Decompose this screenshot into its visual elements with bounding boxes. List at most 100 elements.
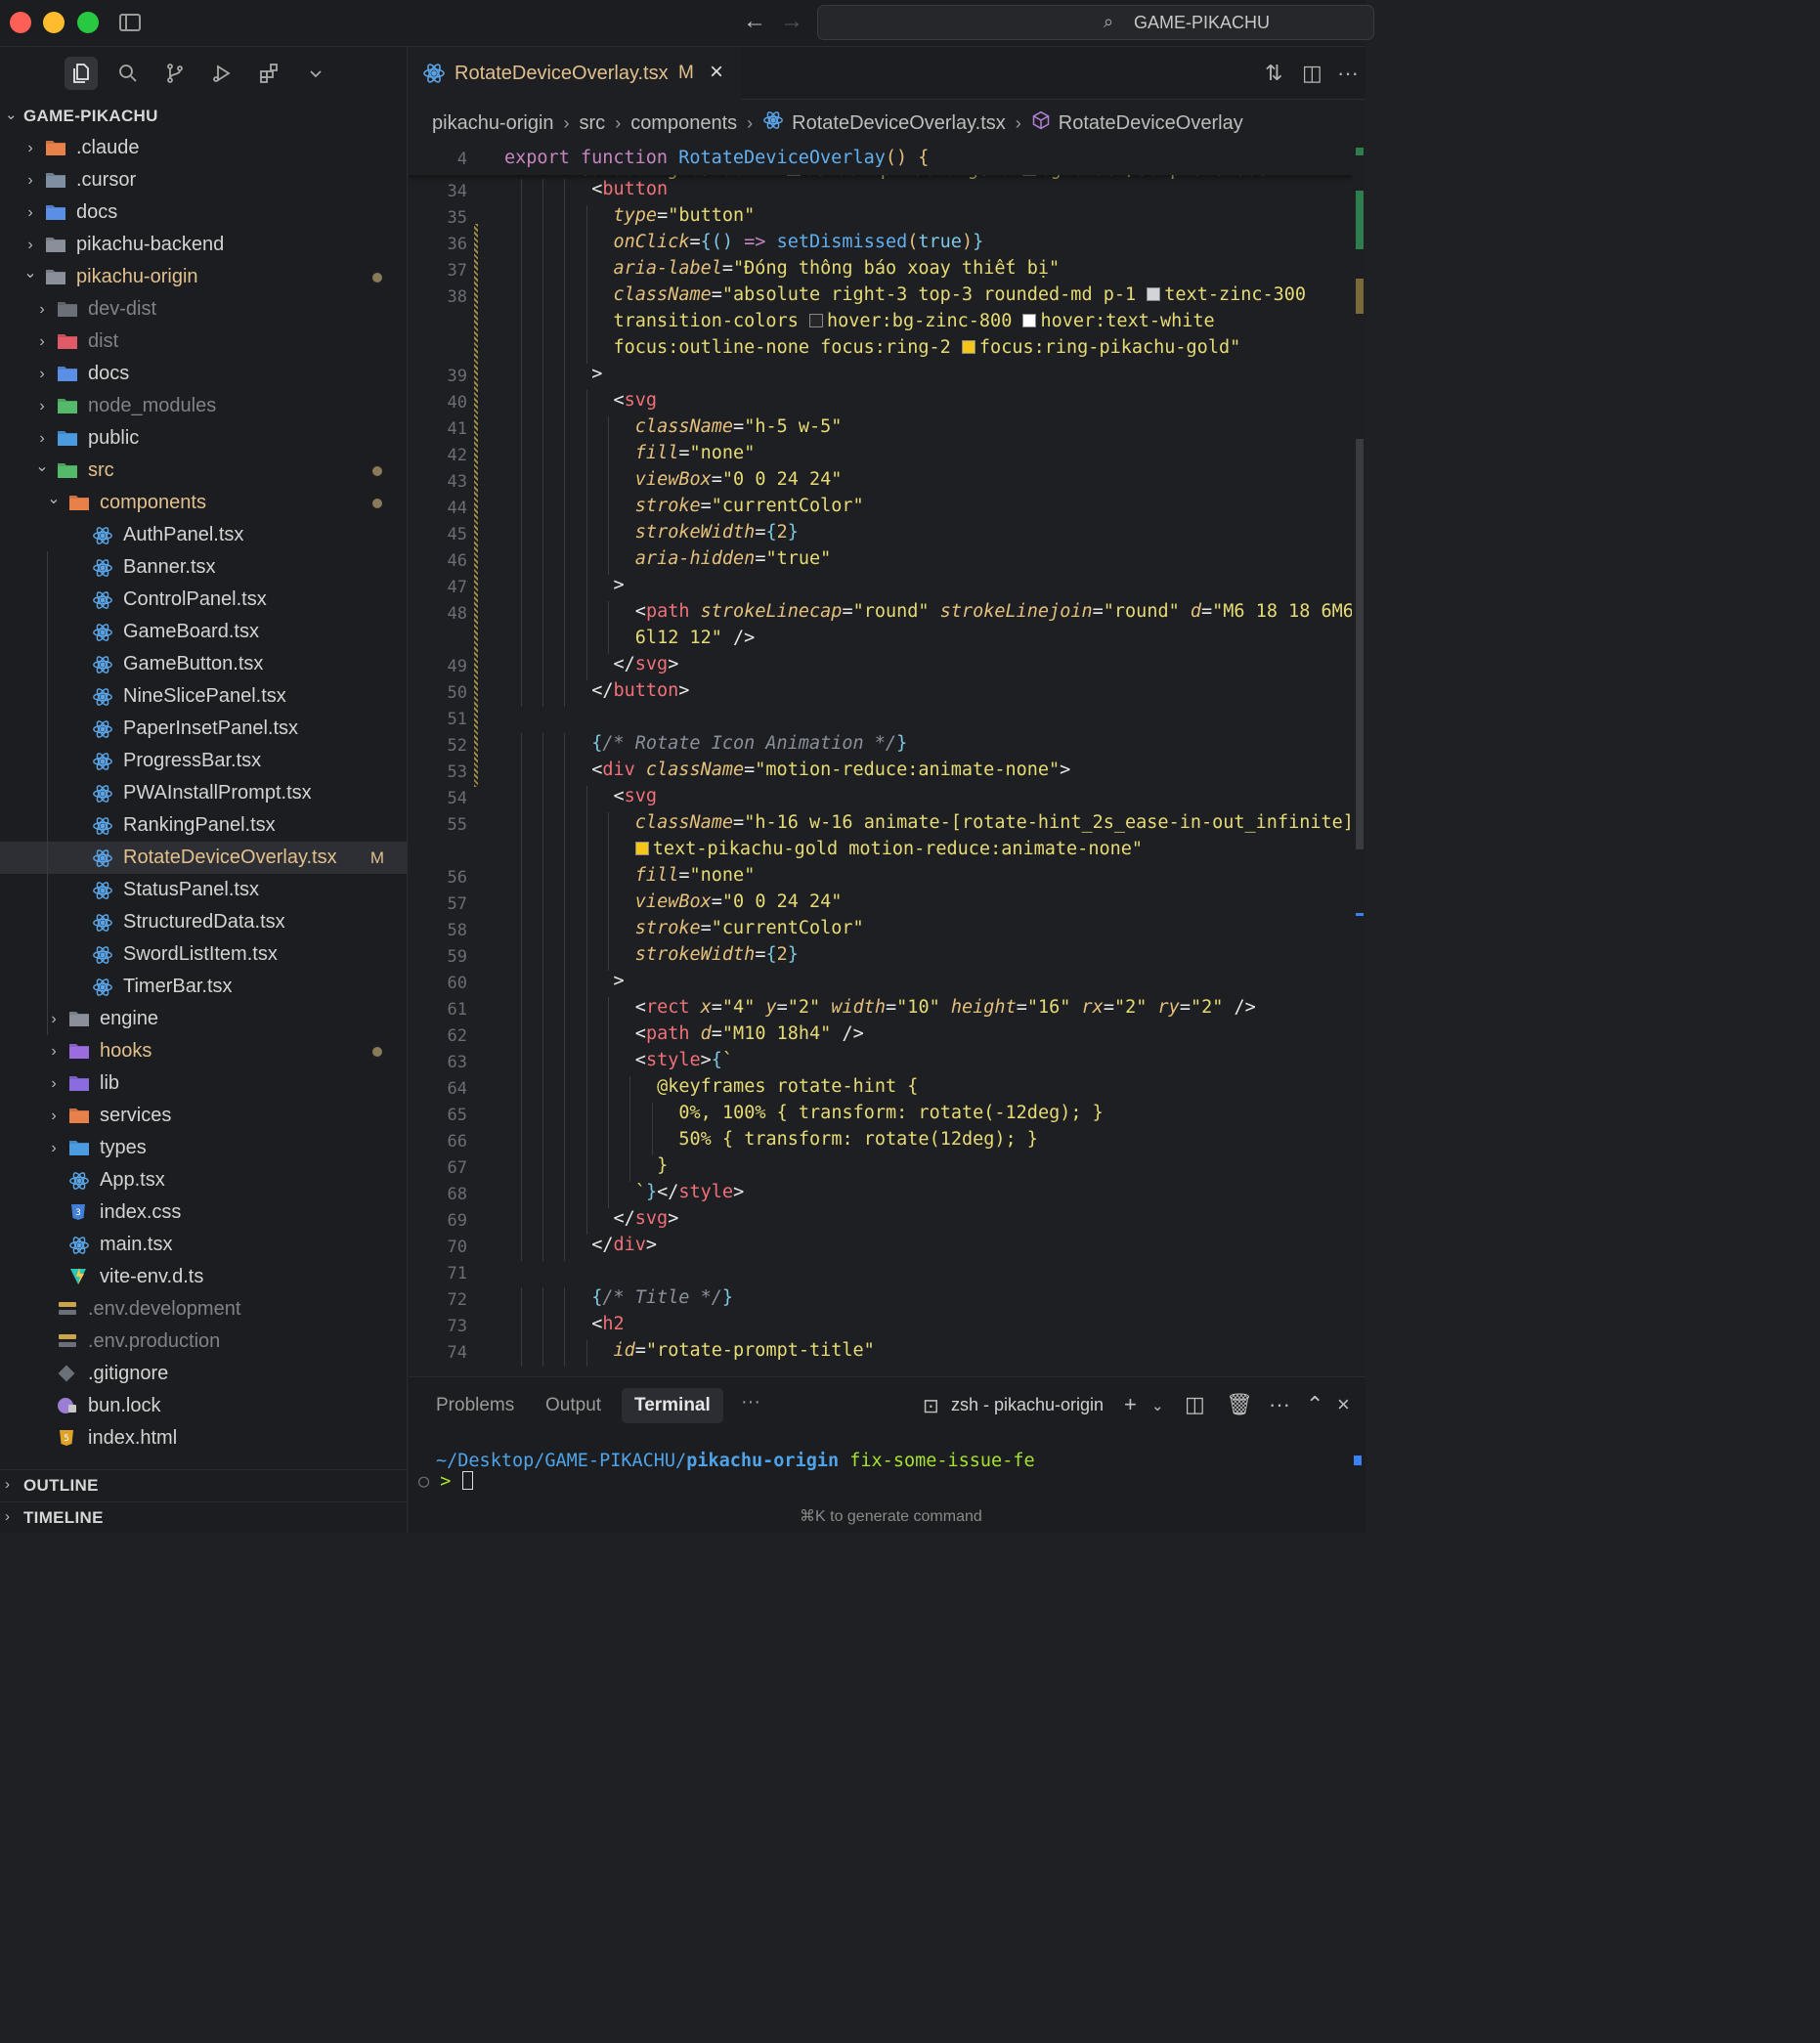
more-tabs-icon[interactable]: ··· bbox=[741, 1391, 760, 1413]
folder-item[interactable]: › dev-dist bbox=[0, 293, 408, 326]
indent-guide bbox=[520, 997, 522, 1023]
folder-item[interactable]: › engine bbox=[0, 1003, 408, 1035]
close-window-button[interactable] bbox=[10, 12, 31, 33]
folder-item[interactable]: › services bbox=[0, 1100, 408, 1132]
file-item[interactable]: ProgressBar.tsx bbox=[0, 745, 408, 777]
folder-item[interactable]: › lib bbox=[0, 1067, 408, 1100]
sticky-scroll-header[interactable]: 4 export function RotateDeviceOverlay() { bbox=[409, 146, 1352, 175]
code-token: = bbox=[678, 865, 690, 886]
run-debug-icon[interactable] bbox=[205, 57, 238, 90]
forward-arrow-icon[interactable]: → bbox=[780, 8, 803, 35]
file-item[interactable]: bun.lock bbox=[0, 1390, 408, 1422]
code-line: fill="none" bbox=[635, 865, 756, 886]
file-item[interactable]: GameBoard.tsx bbox=[0, 616, 408, 648]
command-center-search[interactable]: ⌕ GAME-PIKACHU bbox=[817, 5, 1374, 40]
explorer-header[interactable]: ⌄ GAME-PIKACHU bbox=[0, 102, 408, 129]
file-item[interactable]: AuthPanel.tsx bbox=[0, 519, 408, 551]
file-item[interactable]: PWAInstallPrompt.tsx bbox=[0, 777, 408, 809]
folder-item[interactable]: ⌄ pikachu-origin bbox=[0, 261, 408, 293]
file-item[interactable]: ControlPanel.tsx bbox=[0, 584, 408, 616]
breadcrumb-item[interactable]: pikachu-origin bbox=[432, 112, 554, 135]
more-actions-icon[interactable]: ··· bbox=[1337, 61, 1359, 86]
tab-rotate-device-overlay[interactable]: RotateDeviceOverlay.tsx M × bbox=[409, 47, 741, 100]
folder-item[interactable]: ⌄ components bbox=[0, 487, 408, 519]
file-item[interactable]: 3 index.css bbox=[0, 1196, 408, 1229]
terminal-input-line[interactable]: ○ > bbox=[418, 1471, 473, 1492]
file-item[interactable]: vite-env.d.ts bbox=[0, 1261, 408, 1293]
file-item[interactable]: 5 index.html bbox=[0, 1422, 408, 1455]
file-item[interactable]: PaperInsetPanel.tsx bbox=[0, 713, 408, 745]
timeline-section[interactable]: › TIMELINE bbox=[0, 1501, 408, 1533]
minimize-window-button[interactable] bbox=[43, 12, 65, 33]
chevron-down-icon[interactable]: ⌄ bbox=[1151, 1397, 1164, 1414]
code-token: = bbox=[755, 944, 766, 965]
folder-item[interactable]: › public bbox=[0, 422, 408, 455]
maximize-window-button[interactable] bbox=[77, 12, 99, 33]
file-item[interactable]: SwordListItem.tsx bbox=[0, 938, 408, 971]
file-item[interactable]: App.tsx bbox=[0, 1164, 408, 1196]
file-item[interactable]: TimerBar.tsx bbox=[0, 971, 408, 1003]
indent-guide bbox=[585, 258, 587, 284]
code-token: </ bbox=[591, 1235, 614, 1255]
split-terminal-icon[interactable]: ◫ bbox=[1185, 1392, 1205, 1417]
folder-item[interactable]: ⌄ src bbox=[0, 455, 408, 487]
editor-scrollbar[interactable] bbox=[1354, 146, 1365, 1376]
folder-item[interactable]: › types bbox=[0, 1132, 408, 1164]
file-item[interactable]: GameButton.tsx bbox=[0, 648, 408, 680]
code-area[interactable]: rounded-lg border-2 border-pikachu-gold … bbox=[409, 146, 1352, 1376]
split-editor-icon[interactable]: ◫ bbox=[1302, 61, 1322, 86]
breadcrumb-item[interactable]: RotateDeviceOverlay bbox=[1059, 112, 1243, 135]
folder-item[interactable]: › hooks bbox=[0, 1035, 408, 1067]
file-item[interactable]: NineSlicePanel.tsx bbox=[0, 680, 408, 713]
source-control-icon[interactable] bbox=[158, 57, 192, 90]
terminal-scrollbar[interactable] bbox=[1354, 1436, 1364, 1495]
toggle-sidebar-icon[interactable] bbox=[119, 14, 141, 31]
more-actions-icon[interactable]: ··· bbox=[1269, 1392, 1290, 1417]
tab-problems[interactable]: Problems bbox=[436, 1395, 514, 1416]
folder-item[interactable]: › .cursor bbox=[0, 164, 408, 196]
file-item[interactable]: .env.production bbox=[0, 1326, 408, 1358]
indent-guide bbox=[520, 232, 522, 258]
indent-guide bbox=[542, 812, 544, 839]
search-icon[interactable] bbox=[111, 57, 145, 90]
chevron-down-icon[interactable] bbox=[299, 57, 332, 90]
breadcrumb-item[interactable]: components bbox=[630, 112, 737, 135]
close-panel-icon[interactable]: × bbox=[1337, 1392, 1350, 1417]
maximize-panel-icon[interactable]: ⌃ bbox=[1306, 1392, 1323, 1417]
extensions-icon[interactable] bbox=[252, 57, 285, 90]
folder-item[interactable]: › dist bbox=[0, 326, 408, 358]
indent-guide bbox=[542, 1129, 544, 1155]
compare-changes-icon[interactable]: ⇅ bbox=[1265, 61, 1282, 86]
file-label: ProgressBar.tsx bbox=[123, 750, 262, 771]
terminal-name[interactable]: zsh - pikachu-origin bbox=[951, 1395, 1104, 1415]
indent-guide bbox=[520, 337, 522, 364]
folder-item[interactable]: › node_modules bbox=[0, 390, 408, 422]
folder-item[interactable]: › docs bbox=[0, 358, 408, 390]
breadcrumb-item[interactable]: src bbox=[580, 112, 606, 135]
file-item[interactable]: StructuredData.tsx bbox=[0, 906, 408, 938]
explorer-icon[interactable] bbox=[65, 57, 98, 90]
breadcrumb-item[interactable]: RotateDeviceOverlay.tsx bbox=[792, 112, 1006, 135]
line-number: 52 bbox=[447, 736, 467, 756]
folder-item[interactable]: › docs bbox=[0, 196, 408, 229]
indent-guide bbox=[629, 1129, 631, 1155]
file-item[interactable]: .gitignore bbox=[0, 1358, 408, 1390]
tab-output[interactable]: Output bbox=[545, 1395, 601, 1416]
new-terminal-icon[interactable]: + bbox=[1124, 1392, 1137, 1417]
file-item[interactable]: StatusPanel.tsx bbox=[0, 874, 408, 906]
tab-terminal[interactable]: Terminal bbox=[622, 1388, 723, 1423]
trash-icon[interactable]: 🗑 bbox=[1226, 1392, 1253, 1417]
file-label: vite-env.d.ts bbox=[100, 1266, 204, 1287]
file-item[interactable]: Banner.tsx bbox=[0, 551, 408, 584]
folder-item[interactable]: › .claude bbox=[0, 132, 408, 164]
file-item[interactable]: RankingPanel.tsx bbox=[0, 809, 408, 842]
close-icon[interactable]: × bbox=[710, 59, 723, 86]
file-item[interactable]: RotateDeviceOverlay.tsx M bbox=[0, 842, 408, 874]
file-item[interactable]: .env.development bbox=[0, 1293, 408, 1326]
code-line: </svg> bbox=[614, 654, 679, 674]
outline-section[interactable]: › OUTLINE bbox=[0, 1469, 408, 1500]
file-item[interactable]: main.tsx bbox=[0, 1229, 408, 1261]
back-arrow-icon[interactable]: ← bbox=[743, 8, 766, 35]
folder-item[interactable]: › pikachu-backend bbox=[0, 229, 408, 261]
react-icon bbox=[92, 912, 113, 932]
